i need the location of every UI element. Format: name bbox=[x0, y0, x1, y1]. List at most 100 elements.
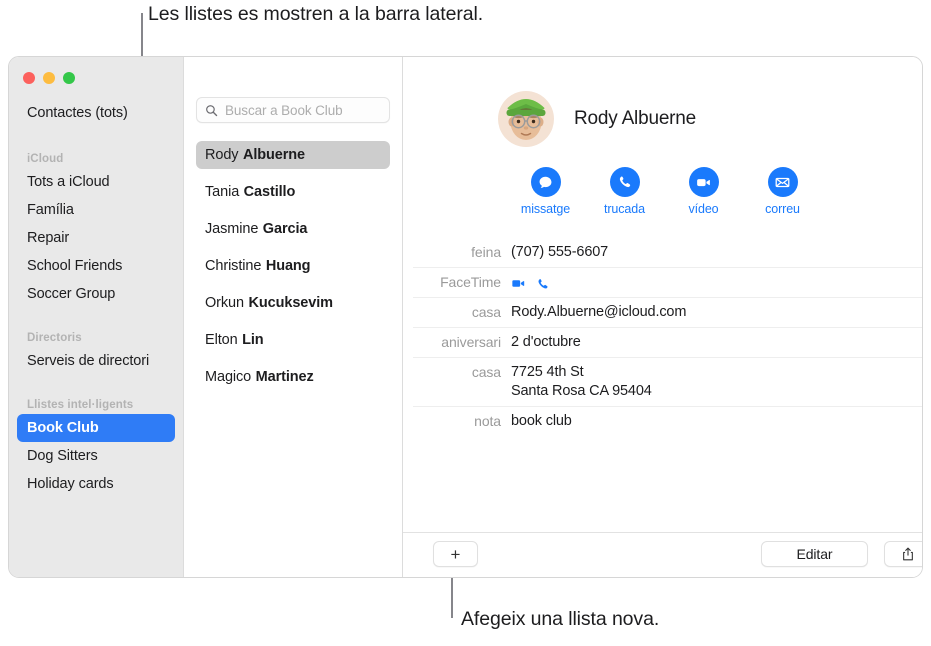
contact-field-row: casa 7725 4th St Santa Rosa CA 95404 bbox=[413, 357, 922, 406]
sidebar-scroll: Contactes (tots) iCloud Tots a iCloud Fa… bbox=[9, 57, 183, 498]
sidebar-item-holiday-cards[interactable]: Holiday cards bbox=[17, 470, 175, 498]
share-button[interactable] bbox=[884, 541, 922, 567]
contact-fields: feina (707) 555-6607 FaceTime casa Rody.… bbox=[413, 238, 922, 436]
contact-last-name: Garcia bbox=[262, 221, 308, 237]
sidebar-item-label: Serveis de directori bbox=[27, 353, 150, 369]
sidebar-group-spacer bbox=[9, 308, 183, 320]
contact-list: Rody Albuerne Tania Castillo Jasmine Gar… bbox=[196, 141, 390, 391]
screenshot-root: Les llistes es mostren a la barra latera… bbox=[0, 0, 931, 646]
contact-detail: Rody Albuerne missatge trucada vídeo cor… bbox=[403, 57, 922, 436]
sidebar-group-spacer bbox=[9, 375, 183, 387]
sidebar-group-directoris: Directoris Serveis de directori bbox=[9, 320, 183, 375]
contact-name: Rody Albuerne bbox=[574, 108, 697, 129]
mail-action-button[interactable]: correu bbox=[743, 167, 822, 216]
contact-field-row: nota book club bbox=[413, 406, 922, 436]
sidebar-item-label: Repair bbox=[27, 230, 70, 246]
sidebar-group-header: Directoris bbox=[27, 332, 82, 344]
contact-field-row: feina (707) 555-6607 bbox=[413, 238, 922, 267]
search-field[interactable]: Buscar a Book Club bbox=[196, 97, 390, 123]
add-list-button[interactable]: + bbox=[433, 541, 478, 567]
list-item[interactable]: Magico Martinez bbox=[196, 363, 390, 391]
contact-detail-column: Rody Albuerne missatge trucada vídeo cor… bbox=[403, 57, 922, 577]
sidebar-item-label: Soccer Group bbox=[27, 286, 116, 302]
contact-first-name: Rody bbox=[205, 147, 239, 163]
list-item[interactable]: Orkun Kucuksevim bbox=[196, 289, 390, 317]
sidebar-item-label: Família bbox=[27, 202, 74, 218]
phone-icon bbox=[619, 176, 630, 188]
window-traffic-lights bbox=[23, 72, 75, 84]
contact-list-column: Buscar a Book Club Rody Albuerne Tania C… bbox=[184, 57, 403, 577]
contact-first-name: Jasmine bbox=[205, 221, 259, 237]
sidebar-group-header: iCloud bbox=[27, 153, 64, 165]
contact-last-name: Albuerne bbox=[242, 147, 305, 163]
sidebar-group-icloud: iCloud Tots a iCloud Família Repair Scho… bbox=[9, 141, 183, 308]
list-item[interactable]: Elton Lin bbox=[196, 326, 390, 354]
list-item[interactable]: Rody Albuerne bbox=[196, 141, 390, 169]
close-button[interactable] bbox=[23, 72, 35, 84]
facetime-icons bbox=[511, 273, 550, 291]
edit-button-label: Editar bbox=[796, 546, 833, 562]
search-icon bbox=[206, 104, 218, 116]
sidebar-group-llistes-intelligents: Llistes intel·ligents Book Club Dog Sitt… bbox=[9, 387, 183, 498]
action-label: trucada bbox=[604, 202, 645, 216]
contact-last-name: Kucuksevim bbox=[248, 295, 334, 311]
contact-field-row: FaceTime bbox=[413, 267, 922, 297]
sidebar-item-repair[interactable]: Repair bbox=[17, 224, 175, 252]
contact-first-name: Christine bbox=[205, 258, 262, 274]
sidebar: Contactes (tots) iCloud Tots a iCloud Fa… bbox=[9, 57, 184, 577]
list-item[interactable]: Jasmine Garcia bbox=[196, 215, 390, 243]
sidebar-item-label: Holiday cards bbox=[27, 476, 114, 492]
facetime-audio-icon[interactable] bbox=[536, 277, 550, 291]
avatar[interactable] bbox=[498, 91, 554, 147]
search-placeholder: Buscar a Book Club bbox=[225, 102, 343, 118]
field-value[interactable]: 2 d'octubre bbox=[511, 333, 581, 352]
action-label: correu bbox=[765, 202, 800, 216]
sidebar-item-school-friends[interactable]: School Friends bbox=[17, 252, 175, 280]
contact-action-buttons: missatge trucada vídeo correu bbox=[506, 167, 922, 216]
action-circle bbox=[530, 167, 561, 197]
contact-first-name: Tania bbox=[205, 184, 240, 200]
field-value-multiline[interactable]: 7725 4th St Santa Rosa CA 95404 bbox=[511, 363, 652, 401]
annotation-top-text: Les llistes es mostren a la barra latera… bbox=[148, 3, 484, 25]
contact-field-row: casa Rody.Albuerne@icloud.com bbox=[413, 297, 922, 327]
field-value[interactable]: book club bbox=[511, 412, 572, 431]
sidebar-item-dog-sitters[interactable]: Dog Sitters bbox=[17, 442, 175, 470]
facetime-video-icon[interactable] bbox=[511, 276, 526, 291]
list-item[interactable]: Christine Huang bbox=[196, 252, 390, 280]
field-label: feina bbox=[471, 244, 501, 260]
sidebar-group-header: Llistes intel·ligents bbox=[27, 399, 134, 411]
minimize-button[interactable] bbox=[43, 72, 55, 84]
contacts-window: Contactes (tots) iCloud Tots a iCloud Fa… bbox=[8, 56, 923, 578]
edit-button[interactable]: Editar bbox=[761, 541, 868, 567]
contact-last-name: Castillo bbox=[243, 184, 296, 200]
contact-header: Rody Albuerne bbox=[498, 91, 922, 147]
contact-last-name: Huang bbox=[265, 258, 311, 274]
sidebar-item-label: Book Club bbox=[27, 420, 99, 436]
contact-first-name: Elton bbox=[205, 332, 238, 348]
field-value[interactable]: Rody.Albuerne@icloud.com bbox=[511, 303, 686, 322]
action-label: missatge bbox=[520, 202, 571, 216]
video-icon bbox=[697, 178, 710, 186]
sidebar-item-label: Contactes (tots) bbox=[27, 105, 128, 121]
contact-first-name: Orkun bbox=[205, 295, 244, 311]
video-action-button[interactable]: vídeo bbox=[664, 167, 743, 216]
message-action-button[interactable]: missatge bbox=[506, 167, 585, 216]
field-label: aniversari bbox=[441, 334, 501, 350]
field-label: casa bbox=[471, 304, 501, 320]
field-value-line-1: 7725 4th St bbox=[511, 364, 584, 380]
call-action-button[interactable]: trucada bbox=[585, 167, 664, 216]
contact-field-row: aniversari 2 d'octubre bbox=[413, 327, 922, 357]
sidebar-item-tots-a-icloud[interactable]: Tots a iCloud bbox=[17, 168, 175, 196]
sidebar-item-book-club[interactable]: Book Club bbox=[17, 414, 175, 442]
list-item[interactable]: Tania Castillo bbox=[196, 178, 390, 206]
sidebar-item-serveis-de-directori[interactable]: Serveis de directori bbox=[17, 347, 175, 375]
contact-last-name: Lin bbox=[242, 332, 264, 348]
sidebar-item-all-contacts[interactable]: Contactes (tots) bbox=[17, 99, 175, 127]
sidebar-item-familia[interactable]: Família bbox=[17, 196, 175, 224]
zoom-button[interactable] bbox=[63, 72, 75, 84]
field-label: nota bbox=[474, 413, 501, 429]
bottom-toolbar: + Editar bbox=[403, 532, 922, 577]
action-circle bbox=[688, 167, 719, 197]
field-value[interactable]: (707) 555-6607 bbox=[511, 243, 608, 262]
sidebar-item-soccer-group[interactable]: Soccer Group bbox=[17, 280, 175, 308]
